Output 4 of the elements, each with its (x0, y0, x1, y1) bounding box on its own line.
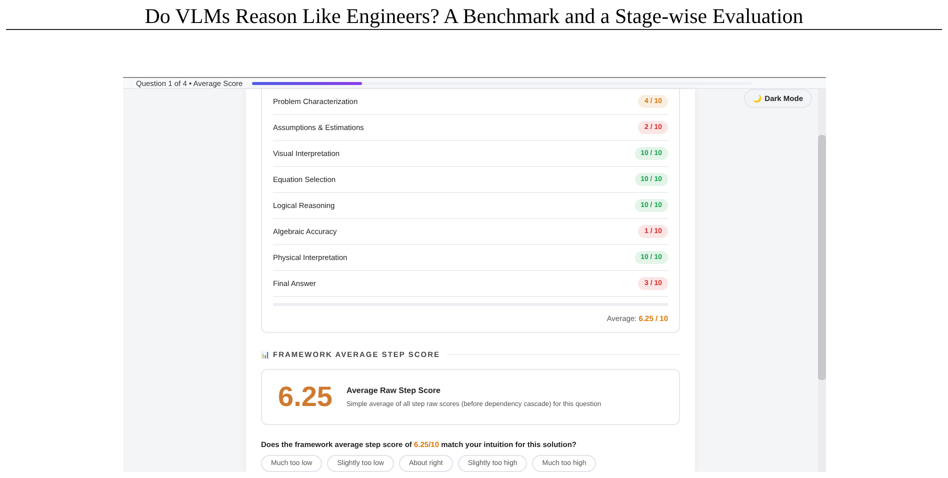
score-value: 6.25 (278, 381, 332, 413)
score-title: Average Raw Step Score (346, 386, 442, 395)
scrollbar[interactable] (818, 89, 826, 472)
paper-title: Do VLMs Reason Like Engineers? A Benchmark and a Stage-wise Evaluation (144, 3, 804, 29)
